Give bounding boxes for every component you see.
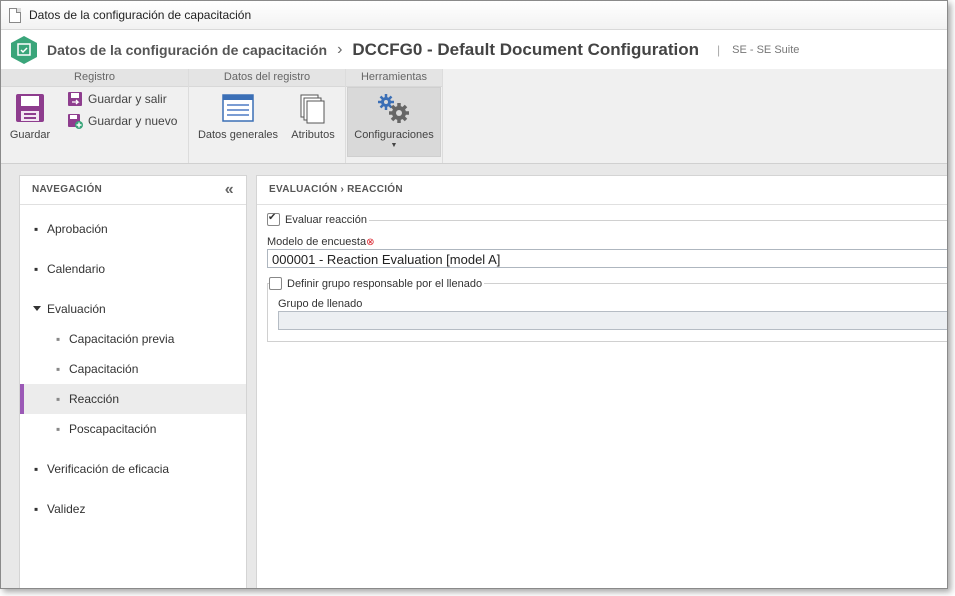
app-window: Datos de la configuración de capacitació… [0, 0, 948, 589]
ribbon-group-registro: Registro Guardar Guardar y salir Guardar… [1, 69, 189, 163]
expand-triangle-icon[interactable] [33, 306, 41, 311]
nav-item-label: Evaluación [47, 302, 106, 316]
nav-item-label: Capacitación previa [69, 332, 175, 346]
evaluate-reaction-label: Evaluar reacción [285, 213, 367, 226]
nav-item-label: Verificación de eficacia [47, 462, 170, 476]
bullet-icon: ▪ [56, 392, 61, 406]
general-data-label: Datos generales [197, 129, 279, 141]
nav-heading-label: NAVEGACIÓN [32, 184, 103, 195]
bullet-icon: ▪ [34, 222, 39, 236]
define-group-checkbox[interactable] [269, 277, 282, 290]
fieldset-divider [369, 220, 947, 221]
group-label-datos-registro: Datos del registro [189, 69, 345, 87]
fill-group-field[interactable] [278, 311, 947, 330]
save-and-exit-button[interactable]: Guardar y salir [67, 91, 167, 107]
breadcrumb-root[interactable]: Datos de la configuración de capacitació… [47, 42, 327, 58]
floppy-disk-icon [16, 94, 44, 122]
nav-item-capacitacion-previa[interactable]: ▪ Capacitación previa [20, 324, 246, 354]
ribbon-group-datos-registro: Datos del registro Datos generales Atrib… [189, 69, 346, 163]
survey-model-label-text: Modelo de encuesta [267, 236, 367, 248]
ribbon-group-herramientas: Herramientas Configuraciones ▼ [346, 69, 443, 163]
group-label-registro: Registro [1, 69, 188, 87]
bullet-icon: ▪ [34, 502, 39, 516]
nav-item-label: Capacitación [69, 362, 139, 376]
breadcrumb-separator: › [337, 41, 343, 58]
suite-label: SE - SE Suite [732, 44, 800, 56]
collapse-icon[interactable]: « [225, 176, 234, 204]
bullet-icon: ▪ [34, 462, 39, 476]
nav-item-label: Calendario [47, 262, 106, 276]
nav-item-label: Reacción [69, 392, 120, 406]
nav-item-label: Validez [47, 502, 86, 516]
general-data-button[interactable]: Datos generales [195, 93, 281, 141]
nav-item-capacitacion[interactable]: ▪ Capacitación [20, 354, 246, 384]
evaluate-reaction-checkbox[interactable] [267, 212, 280, 226]
page-title: DCCFG0 - Default Document Configuration [352, 40, 700, 59]
section-breadcrumb: EVALUACIÓN › REACCIÓN [257, 176, 947, 205]
save-exit-icon [68, 92, 82, 106]
nav-item-evaluacion[interactable]: Evaluación [20, 294, 246, 324]
nav-item-poscapacitacion[interactable]: ▪ Poscapacitación [20, 414, 246, 444]
settings-label: Configuraciones [354, 129, 434, 141]
window-title: Datos de la configuración de capacitació… [29, 8, 252, 22]
nav-item-label: Poscapacitación [69, 422, 157, 436]
nav-heading: NAVEGACIÓN « [20, 176, 246, 205]
bullet-icon: ▪ [56, 362, 61, 376]
required-icon: ⊗ [366, 237, 375, 248]
bullet-icon: ▪ [56, 332, 61, 346]
group-label-herramientas: Herramientas [346, 69, 442, 87]
bullet-icon: ▪ [56, 422, 61, 436]
page-header: Datos de la configuración de capacitació… [1, 30, 947, 70]
ribbon-toolbar: Registro Guardar Guardar y salir Guardar… [1, 69, 947, 164]
form-window-icon [222, 94, 254, 122]
gears-icon [378, 94, 409, 123]
save-button-label: Guardar [9, 129, 51, 141]
save-button[interactable]: Guardar [9, 93, 51, 141]
nav-item-reaccion[interactable]: ▪ Reacción [20, 384, 246, 414]
save-and-new-button[interactable]: Guardar y nuevo [67, 113, 177, 129]
survey-model-field[interactable]: 000001 - Reaction Evaluation [model A] [267, 249, 947, 268]
main-panel: EVALUACIÓN › REACCIÓN Evaluar reacción M… [256, 175, 947, 588]
save-new-icon [68, 114, 83, 129]
document-icon [9, 7, 21, 23]
app-logo-icon [9, 35, 39, 65]
settings-dropdown-button[interactable]: Configuraciones ▼ [347, 87, 441, 157]
content-area: NAVEGACIÓN « ▪ Aprobación ▪ Calendario E… [1, 164, 947, 588]
define-group-legend: Definir grupo responsable por el llenado [269, 277, 485, 290]
nav-item-verificacion-eficacia[interactable]: ▪ Verificación de eficacia [20, 454, 246, 484]
bullet-icon: ▪ [34, 262, 39, 276]
nav-item-label: Aprobación [47, 222, 108, 236]
documents-stack-icon [300, 94, 325, 124]
save-and-new-label: Guardar y nuevo [88, 114, 178, 128]
chevron-down-icon: ▼ [390, 142, 398, 149]
attributes-label: Atributos [291, 129, 335, 141]
fill-group-label: Grupo de llenado [278, 298, 363, 310]
title-divider: | [717, 43, 721, 57]
window-titlebar: Datos de la configuración de capacitació… [1, 1, 947, 30]
evaluate-reaction-legend: Evaluar reacción [267, 212, 367, 226]
nav-item-aprobacion[interactable]: ▪ Aprobación [20, 214, 246, 244]
navigation-panel: NAVEGACIÓN « ▪ Aprobación ▪ Calendario E… [19, 175, 247, 588]
nav-item-validez[interactable]: ▪ Validez [20, 494, 246, 524]
survey-model-label: Modelo de encuesta⊗ [267, 236, 374, 248]
attributes-button[interactable]: Atributos [287, 93, 339, 141]
define-group-label: Definir grupo responsable por el llenado [287, 277, 483, 290]
save-and-exit-label: Guardar y salir [88, 92, 167, 106]
nav-item-calendario[interactable]: ▪ Calendario [20, 254, 246, 284]
